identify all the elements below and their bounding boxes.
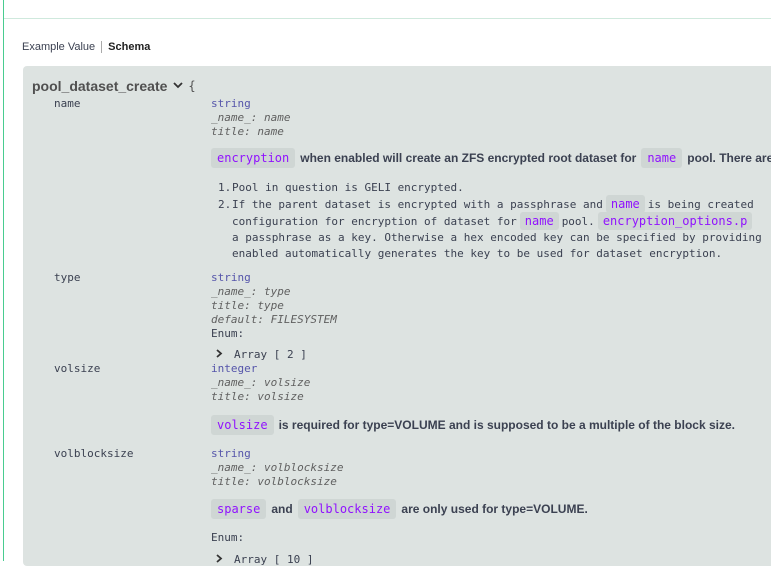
array-count: Array [ 10 ] [234, 553, 314, 566]
prop-volsize-type: integer [211, 362, 258, 375]
prop-volblocksize-enum-label: Enum: [211, 531, 245, 544]
prop-volblocksize-enum-toggle[interactable]: Array [ 10 ] [216, 553, 314, 566]
desc-text: are only used for type=VOLUME. [401, 502, 588, 516]
code-volblocksize: volblocksize [297, 499, 397, 519]
prop-type-name-meta: _name_: type [211, 285, 291, 298]
tab-schema[interactable]: Schema [108, 41, 150, 53]
code-name: name [519, 212, 559, 230]
prop-name-name-meta: _name_: name [211, 111, 291, 124]
schema-box: pool_dataset_create { name string _name_… [23, 66, 771, 566]
prop-name-meta: string _name_: name title: name [211, 97, 290, 139]
prop-volblocksize-type: string [211, 447, 251, 460]
prop-volblocksize-description: sparse and volblocksize are only used fo… [211, 499, 588, 519]
model-title[interactable]: pool_dataset_create { [32, 78, 196, 94]
chevron-down-icon[interactable] [173, 80, 184, 92]
prop-name-description: encryption when enabled will create an Z… [211, 148, 771, 168]
model-open-brace: { [188, 79, 196, 93]
list-item-cont: configuration for encryption of dataset … [232, 212, 762, 230]
list-item: 1.Pool in question is GELI encrypted. [218, 181, 464, 194]
prop-name-title-meta: title: name [211, 125, 284, 138]
prop-volsize-title-meta: title: volsize [211, 390, 304, 403]
prop-type-type: string [211, 271, 251, 284]
panel-top-strip [4, 0, 771, 19]
list-item: 2.If the parent dataset is encrypted wit… [218, 195, 754, 213]
prop-volsize-label: volsize [54, 362, 101, 375]
desc-text: is required for type=VOLUME and is suppo… [278, 418, 735, 432]
prop-type-label: type [54, 271, 81, 284]
tab-divider [101, 41, 103, 53]
tab-example-value[interactable]: Example Value [22, 41, 95, 53]
prop-volblocksize-meta: string _name_: volblocksize title: volbl… [211, 447, 343, 489]
prop-type-enum-label: Enum: [211, 327, 245, 340]
desc-text-2: pool. There are 2 [687, 151, 771, 165]
prop-volsize-description: volsize is required for type=VOLUME and … [211, 415, 735, 435]
prop-volsize-meta: integer _name_: volsize title: volsize [211, 362, 310, 404]
prop-type-enum-toggle[interactable]: Array [ 2 ] [216, 348, 307, 361]
prop-name-list: 1.Pool in question is GELI encrypted. 2.… [218, 180, 762, 262]
prop-name-type: string [211, 97, 251, 110]
list-item-cont: a passphrase as a key. Otherwise a hex e… [232, 231, 762, 244]
model-tabs: Example Value Schema [22, 39, 150, 55]
prop-volsize-name-meta: _name_: volsize [211, 376, 311, 389]
prop-type-default-meta: default: FILESYSTEM [211, 313, 337, 326]
prop-type-title-meta: title: type [211, 299, 284, 312]
code-volsize: volsize [211, 415, 274, 435]
code-encryption: encryption [211, 148, 296, 168]
desc-and: and [271, 502, 293, 516]
model-title-text: pool_dataset_create [32, 78, 168, 94]
list-item-cont: enabled automatically generates the key … [232, 247, 723, 260]
code-sparse: sparse [211, 499, 267, 519]
prop-volblocksize-enum: Enum: [211, 531, 244, 545]
prop-type-meta: string _name_: type title: type default:… [211, 271, 337, 341]
prop-volblocksize-label: volblocksize [54, 447, 134, 460]
prop-name-label: name [54, 97, 81, 110]
operation-panel: Example Value Schema pool_dataset_create… [3, 0, 771, 566]
prop-volblocksize-title-meta: title: volblocksize [211, 475, 337, 488]
desc-text-1: when enabled will create an ZFS encrypte… [300, 151, 637, 165]
code-name: name [605, 195, 645, 213]
array-count: Array [ 2 ] [234, 348, 307, 361]
prop-volblocksize-name-meta: _name_: volblocksize [211, 461, 344, 474]
code-encryption-options: encryption_options.p [597, 212, 753, 230]
code-name: name [641, 148, 683, 168]
chevron-right-icon [216, 349, 229, 361]
